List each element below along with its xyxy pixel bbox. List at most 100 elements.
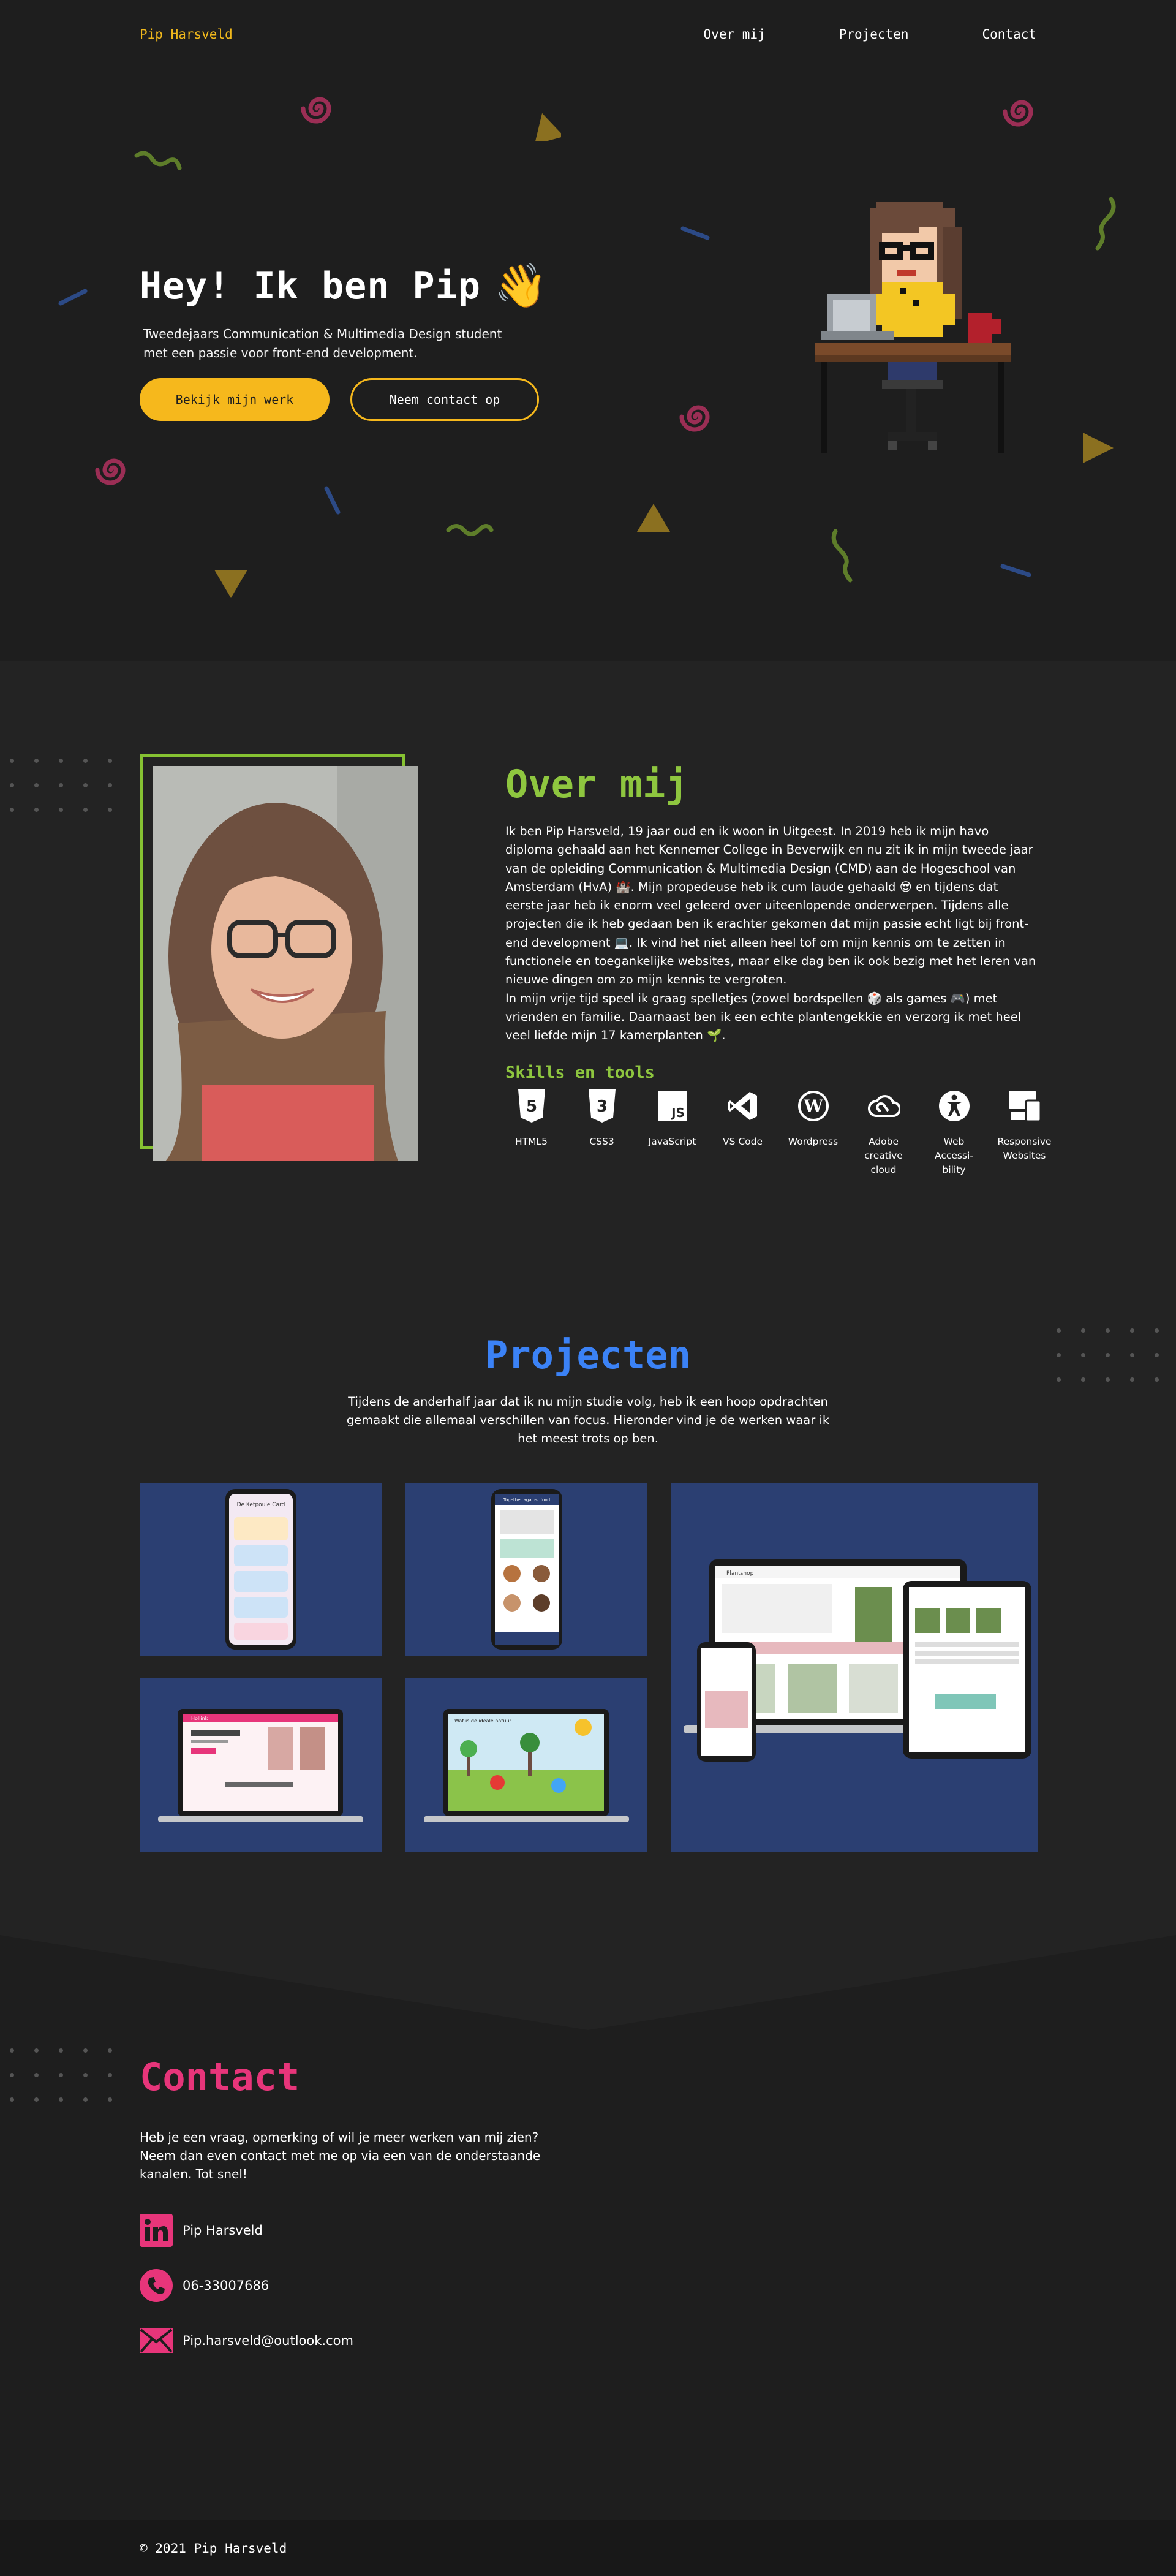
squiggle-decoration xyxy=(1095,197,1116,251)
nav-link-over-mij[interactable]: Over mij xyxy=(704,27,766,42)
skill-label: VS Code xyxy=(722,1136,763,1147)
hero-section: Hey! Ik ben Pip 👋 Tweedejaars Communicat… xyxy=(0,0,1176,661)
dot-grid-decoration xyxy=(10,759,112,812)
project-mockup-image: Wat is de ideale natuur xyxy=(424,1709,629,1822)
phone-label: 06-33007686 xyxy=(183,2278,270,2293)
dash-decoration xyxy=(1000,564,1031,577)
skill-label: Wordpress xyxy=(788,1136,839,1147)
skill-label: Adobe creative cloud xyxy=(864,1136,903,1175)
skill-item: 5 HTML5 xyxy=(496,1088,567,1177)
squiggle-decoration xyxy=(446,524,494,536)
squiggle-decoration xyxy=(831,529,853,583)
pixel-avatar-illustration xyxy=(815,202,1011,453)
hero-subtitle: Tweedejaars Communication & Multimedia D… xyxy=(143,327,502,360)
skills-title: Skills en tools xyxy=(505,1063,655,1082)
about-paragraph: In mijn vrije tijd speel ik graag spelle… xyxy=(505,991,1022,1043)
spiral-decoration xyxy=(1003,100,1033,127)
project-card[interactable]: Plantshop xyxy=(671,1483,1038,1852)
javascript-icon: JS xyxy=(655,1088,690,1124)
skill-item: Responsive Websites xyxy=(989,1088,1060,1177)
dash-decoration xyxy=(680,226,710,240)
waving-hand-icon: 👋 xyxy=(494,260,549,311)
email-link[interactable]: Pip.harsveld@outlook.com xyxy=(140,2324,353,2357)
mockup-screen-title: De Ketpoule Card xyxy=(237,1502,285,1508)
skill-item: Web Accessi-bility xyxy=(919,1088,989,1177)
skill-label: JavaScript xyxy=(648,1136,696,1147)
skill-label: Web Accessi-bility xyxy=(935,1136,973,1175)
project-card[interactable]: De Ketpoule Card xyxy=(140,1483,382,1656)
mail-icon xyxy=(140,2324,173,2357)
phone-icon xyxy=(140,2269,173,2302)
skill-label: CSS3 xyxy=(589,1136,614,1147)
svg-text:W: W xyxy=(803,1096,823,1116)
email-label: Pip.harsveld@outlook.com xyxy=(183,2333,353,2348)
mockup-screen-title: Hollink xyxy=(191,1716,208,1721)
skill-item: Adobe creative cloud xyxy=(848,1088,919,1177)
project-card[interactable]: Together against food xyxy=(405,1483,647,1656)
wordpress-icon: W xyxy=(796,1088,831,1124)
dash-decoration xyxy=(58,289,88,306)
skill-item: 3 CSS3 xyxy=(567,1088,637,1177)
accessibility-icon xyxy=(937,1088,972,1124)
spiral-decoration xyxy=(679,405,710,432)
project-card[interactable]: Hollink xyxy=(140,1678,382,1852)
contact-me-button[interactable]: Neem contact op xyxy=(350,378,539,421)
spiral-decoration xyxy=(95,458,126,485)
linkedin-icon xyxy=(140,2214,173,2247)
triangle-decoration xyxy=(637,504,670,532)
contact-title: Contact xyxy=(140,2055,300,2099)
contact-text: Heb je een vraag, opmerking of wil je me… xyxy=(140,2130,541,2181)
squiggle-decoration xyxy=(134,151,182,170)
dot-grid-decoration xyxy=(10,2048,112,2102)
phone-link[interactable]: 06-33007686 xyxy=(140,2269,269,2302)
site-logo[interactable]: Pip Harsveld xyxy=(140,27,233,42)
copyright-text: © 2021 Pip Harsveld xyxy=(140,2541,287,2556)
skill-item: W Wordpress xyxy=(778,1088,848,1177)
css3-icon: 3 xyxy=(584,1088,620,1124)
nav-links: Over mij Projecten Contact xyxy=(704,27,1036,42)
contact-section: Contact Heb je een vraag, opmerking of w… xyxy=(0,1926,1176,2520)
hero-title-text: Hey! Ik ben Pip xyxy=(140,264,481,308)
project-card[interactable]: Wat is de ideale natuur xyxy=(405,1678,647,1852)
project-mockup-image: Plantshop xyxy=(684,1559,1031,1762)
profile-photo xyxy=(153,766,418,1161)
svg-text:JS: JS xyxy=(670,1105,685,1120)
project-mockup-image: Hollink xyxy=(158,1709,363,1822)
nav-link-projecten[interactable]: Projecten xyxy=(839,27,909,42)
mockup-screen-title: Wat is de ideale natuur xyxy=(454,1718,512,1724)
skill-label: HTML5 xyxy=(515,1136,548,1147)
portrait-image xyxy=(153,766,418,1161)
svg-text:3: 3 xyxy=(596,1097,607,1116)
triangle-decoration xyxy=(534,113,561,141)
vscode-icon xyxy=(725,1088,761,1124)
skill-item: VS Code xyxy=(707,1088,778,1177)
mockup-screen-title: Plantshop xyxy=(726,1570,754,1577)
projects-subtitle: Tijdens de anderhalf jaar dat ik nu mijn… xyxy=(346,1395,830,1445)
svg-text:5: 5 xyxy=(526,1097,537,1116)
creative-cloud-icon xyxy=(866,1088,902,1124)
hero-title: Hey! Ik ben Pip 👋 xyxy=(140,260,548,311)
spiral-decoration xyxy=(301,97,331,124)
projects-section: Projecten Tijdens de anderhalf jaar dat … xyxy=(0,1282,1176,1926)
project-mockup-image: Together against food xyxy=(491,1489,562,1650)
view-work-button[interactable]: Bekijk mijn werk xyxy=(140,378,330,421)
responsive-icon xyxy=(1007,1088,1042,1124)
project-mockup-image: De Ketpoule Card xyxy=(225,1489,296,1650)
top-navigation: Pip Harsveld Over mij Projecten Contact xyxy=(0,0,1176,67)
triangle-decoration xyxy=(1083,433,1114,463)
nav-link-contact[interactable]: Contact xyxy=(982,27,1036,42)
html5-icon: 5 xyxy=(514,1088,549,1124)
dash-decoration xyxy=(324,486,341,515)
skills-list: 5 HTML5 3 CSS3 JS JavaScript VS Code W W… xyxy=(496,1088,1060,1177)
triangle-decoration xyxy=(214,570,247,598)
about-paragraph: Ik ben Pip Harsveld, 19 jaar oud en ik w… xyxy=(505,824,1036,987)
mockup-screen-title: Together against food xyxy=(503,1498,550,1502)
about-title: Over mij xyxy=(505,762,688,806)
about-text: Ik ben Pip Harsveld, 19 jaar oud en ik w… xyxy=(505,822,1038,1045)
linkedin-link[interactable]: Pip Harsveld xyxy=(140,2214,263,2247)
linkedin-label: Pip Harsveld xyxy=(183,2223,263,2238)
about-section: Over mij Ik ben Pip Harsveld, 19 jaar ou… xyxy=(0,661,1176,1282)
footer: © 2021 Pip Harsveld xyxy=(0,2520,1176,2576)
skill-label: Responsive Websites xyxy=(997,1136,1052,1161)
projects-title: Projecten xyxy=(485,1333,691,1377)
